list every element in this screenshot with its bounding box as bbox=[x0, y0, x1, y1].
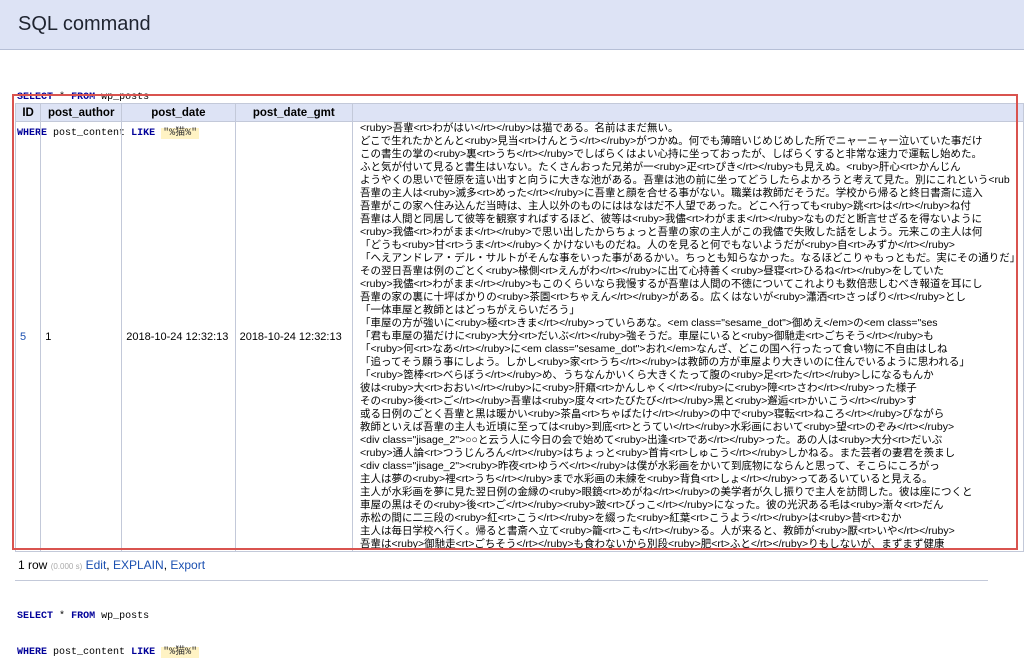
sql-pattern: "%猫%" bbox=[161, 647, 200, 658]
table-header-row: ID post_author post_date post_date_gmt bbox=[14, 103, 1024, 122]
results-table: ID post_author post_date post_date_gmt 5… bbox=[14, 103, 1024, 552]
cell-post-date-gmt: 2018-10-24 12:32:13 bbox=[234, 121, 353, 552]
cell-post-date: 2018-10-24 12:32:13 bbox=[121, 121, 236, 552]
sql-column-name: post_content bbox=[53, 647, 126, 658]
post-content-line: 「車屋の方が強いに<ruby>極<rt>きま</rt></ruby>っていらあな… bbox=[359, 317, 938, 329]
sql-like-keyword: LIKE bbox=[131, 647, 156, 658]
page-title: SQL command bbox=[18, 13, 151, 35]
page-header: SQL command bbox=[0, 0, 1024, 50]
sql-from-keyword: FROM bbox=[71, 92, 96, 103]
sql-query-editor[interactable]: SELECT * FROM wp_posts WHERE post_conten… bbox=[17, 587, 200, 671]
post-content-line: 吾輩は人間と同居して彼等を観察すればするほど、彼等は<ruby>我儘<rt>わが… bbox=[359, 213, 983, 225]
column-header-post-date[interactable]: post_date bbox=[121, 103, 236, 122]
post-content-line: 吾輩の家の裏に十坪ばかりの<ruby>茶園<rt>ちゃえん</rt></ruby… bbox=[359, 291, 966, 303]
post-content-line: 「<ruby>何<rt>なあ</rt></ruby>に<em class="se… bbox=[359, 343, 948, 355]
edit-link[interactable]: Edit bbox=[86, 558, 107, 572]
post-content-line: 「<ruby>箆棒<rt>べらぼう</rt></ruby>め、うちなんかいくら大… bbox=[359, 369, 934, 381]
post-content-text: <ruby>吾輩<rt>わがはい</rt></ruby>は猫である。名前はまだ無… bbox=[357, 122, 1019, 551]
post-content-line: 或る日例のごとく吾輩と黒は暖かい<ruby>茶畠<rt>ちゃばたけ</rt></… bbox=[359, 408, 945, 420]
post-content-line: 「追ってそう願う事にしよう。しかし<ruby>家<rt>うち</rt></rub… bbox=[359, 356, 970, 368]
cell-id[interactable]: 5 bbox=[14, 121, 42, 552]
post-content-line: 車屋の黒はその<ruby>後<rt>ご</rt></ruby><ruby>跛<r… bbox=[359, 499, 944, 511]
post-content-line: 吾輩がこの家へ住み込んだ当時は、主人以外のものにははなはだ不人望であった。どこへ… bbox=[359, 200, 971, 212]
post-content-line: <ruby>我儘<rt>わがまま</rt></ruby>もこのくらいなら我慢する… bbox=[359, 278, 983, 290]
sql-table-name: wp_posts bbox=[101, 92, 150, 103]
cell-post-author: 1 bbox=[40, 121, 123, 552]
post-content-line: <ruby>我儘<rt>わがまま</rt></ruby>で思い出したからちょっと… bbox=[359, 226, 983, 238]
row-id-link[interactable]: 5 bbox=[20, 331, 26, 343]
column-header-post-content bbox=[351, 103, 1024, 122]
sql-select-keyword: SELECT bbox=[17, 92, 54, 103]
explain-link[interactable]: EXPLAIN bbox=[113, 558, 164, 572]
sql-where-keyword: WHERE bbox=[17, 647, 48, 658]
divider bbox=[15, 580, 988, 581]
post-content-line: 主人は毎日学校へ行く。帰ると書斎へ立て<ruby>籠<rt>こも</rt></r… bbox=[359, 525, 955, 537]
link-separator: , bbox=[106, 558, 110, 572]
post-content-line: ふと気が付いて見ると書生はいない。たくさんおった兄弟が一<ruby>疋<rt>ぴ… bbox=[359, 161, 961, 173]
post-content-line: 彼は<ruby>大<rt>おおい</rt></ruby>に<ruby>肝癪<rt… bbox=[359, 382, 917, 394]
post-content-line: 教師といえば吾輩の主人も近頃に至っては<ruby>到底<rt>とうてい</rt>… bbox=[359, 421, 955, 433]
post-content-line: 「へえアンドレア・デル・サルトがそんな事をいった事があるかい。ちっとも知らなかっ… bbox=[359, 252, 1019, 264]
post-content-line: 「君も車屋の猫だけに<ruby>大分<rt>だいぶ</rt></ruby>強そう… bbox=[359, 330, 934, 342]
sql-star: * bbox=[59, 92, 66, 103]
column-header-id[interactable]: ID bbox=[14, 103, 42, 122]
post-content-line: 主人が水彩画を夢に見た翌日例の金縁の<ruby>眼鏡<rt>めがね</rt></… bbox=[359, 486, 973, 498]
table-row: 5 1 2018-10-24 12:32:13 2018-10-24 12:32… bbox=[14, 121, 1024, 552]
post-content-line: 主人は夢の<ruby>裡<rt>うち</rt></ruby>まで水彩画の未練を<… bbox=[359, 473, 933, 485]
column-header-post-author[interactable]: post_author bbox=[40, 103, 123, 122]
query-time: (0.000 s) bbox=[50, 562, 83, 571]
cell-post-content: <ruby>吾輩<rt>わがはい</rt></ruby>は猫である。名前はまだ無… bbox=[351, 121, 1024, 552]
post-content-line: 赤松の間に二三段の<ruby>紅<rt>こう</rt></ruby>を綴った<r… bbox=[359, 512, 902, 524]
post-content-line: 「どうも<ruby>甘<rt>うま</rt></ruby>くかけないものだね。人… bbox=[359, 239, 955, 251]
post-content-line: その翌日吾輩は例のごとく<ruby>椽側<rt>えんがわ</rt></ruby>… bbox=[359, 265, 944, 277]
row-count: 1 row bbox=[18, 558, 48, 572]
export-link[interactable]: Export bbox=[170, 558, 205, 572]
post-content-line: 吾輩は<ruby>御馳走<rt>ごちそう</rt></ruby>も食わないから別… bbox=[359, 538, 945, 550]
result-meta: 1 row (0.000 s) Edit, EXPLAIN, Export bbox=[18, 558, 205, 572]
post-content-line: 「一体車屋と教師とはどっちがえらいだろう」 bbox=[359, 304, 580, 316]
column-header-post-date-gmt[interactable]: post_date_gmt bbox=[234, 103, 353, 122]
link-separator: , bbox=[163, 558, 168, 572]
post-content-line: <div class="jisage_2">○○と云う人に今日の会で始めて<ru… bbox=[359, 434, 943, 446]
post-content-line: 吾輩の主人は<ruby>滅多<rt>めった</rt></ruby>に吾輩と顔を合… bbox=[359, 187, 983, 199]
post-content-line: どこで生れたかとんと<ruby>見当<rt>けんとう</rt></ruby>がつ… bbox=[359, 135, 983, 147]
sql-line-2: WHERE post_content LIKE "%猫%" bbox=[17, 647, 200, 659]
post-content-line: この書生の掌の<ruby>裏<rt>うち</rt></ruby>でしばらくはよい… bbox=[359, 148, 983, 160]
post-content-line: <ruby>吾輩<rt>わがはい</rt></ruby>は猫である。名前はまだ無… bbox=[359, 122, 679, 135]
post-content-line: <ruby>通人論<rt>つうじんろん</rt></ruby>はちょっと<rub… bbox=[359, 447, 956, 459]
post-content-line: ようやくの思いで笹原を這い出すと向うに大きな池がある。吾輩は池の前に坐ってどうし… bbox=[359, 174, 1010, 186]
post-content-line: その<ruby>後<rt>ご</rt></ruby>吾輩は<ruby>度々<rt… bbox=[359, 395, 917, 407]
post-content-line: <div class="jisage_2"><ruby>昨夜<rt>ゆうべ</r… bbox=[359, 460, 940, 472]
